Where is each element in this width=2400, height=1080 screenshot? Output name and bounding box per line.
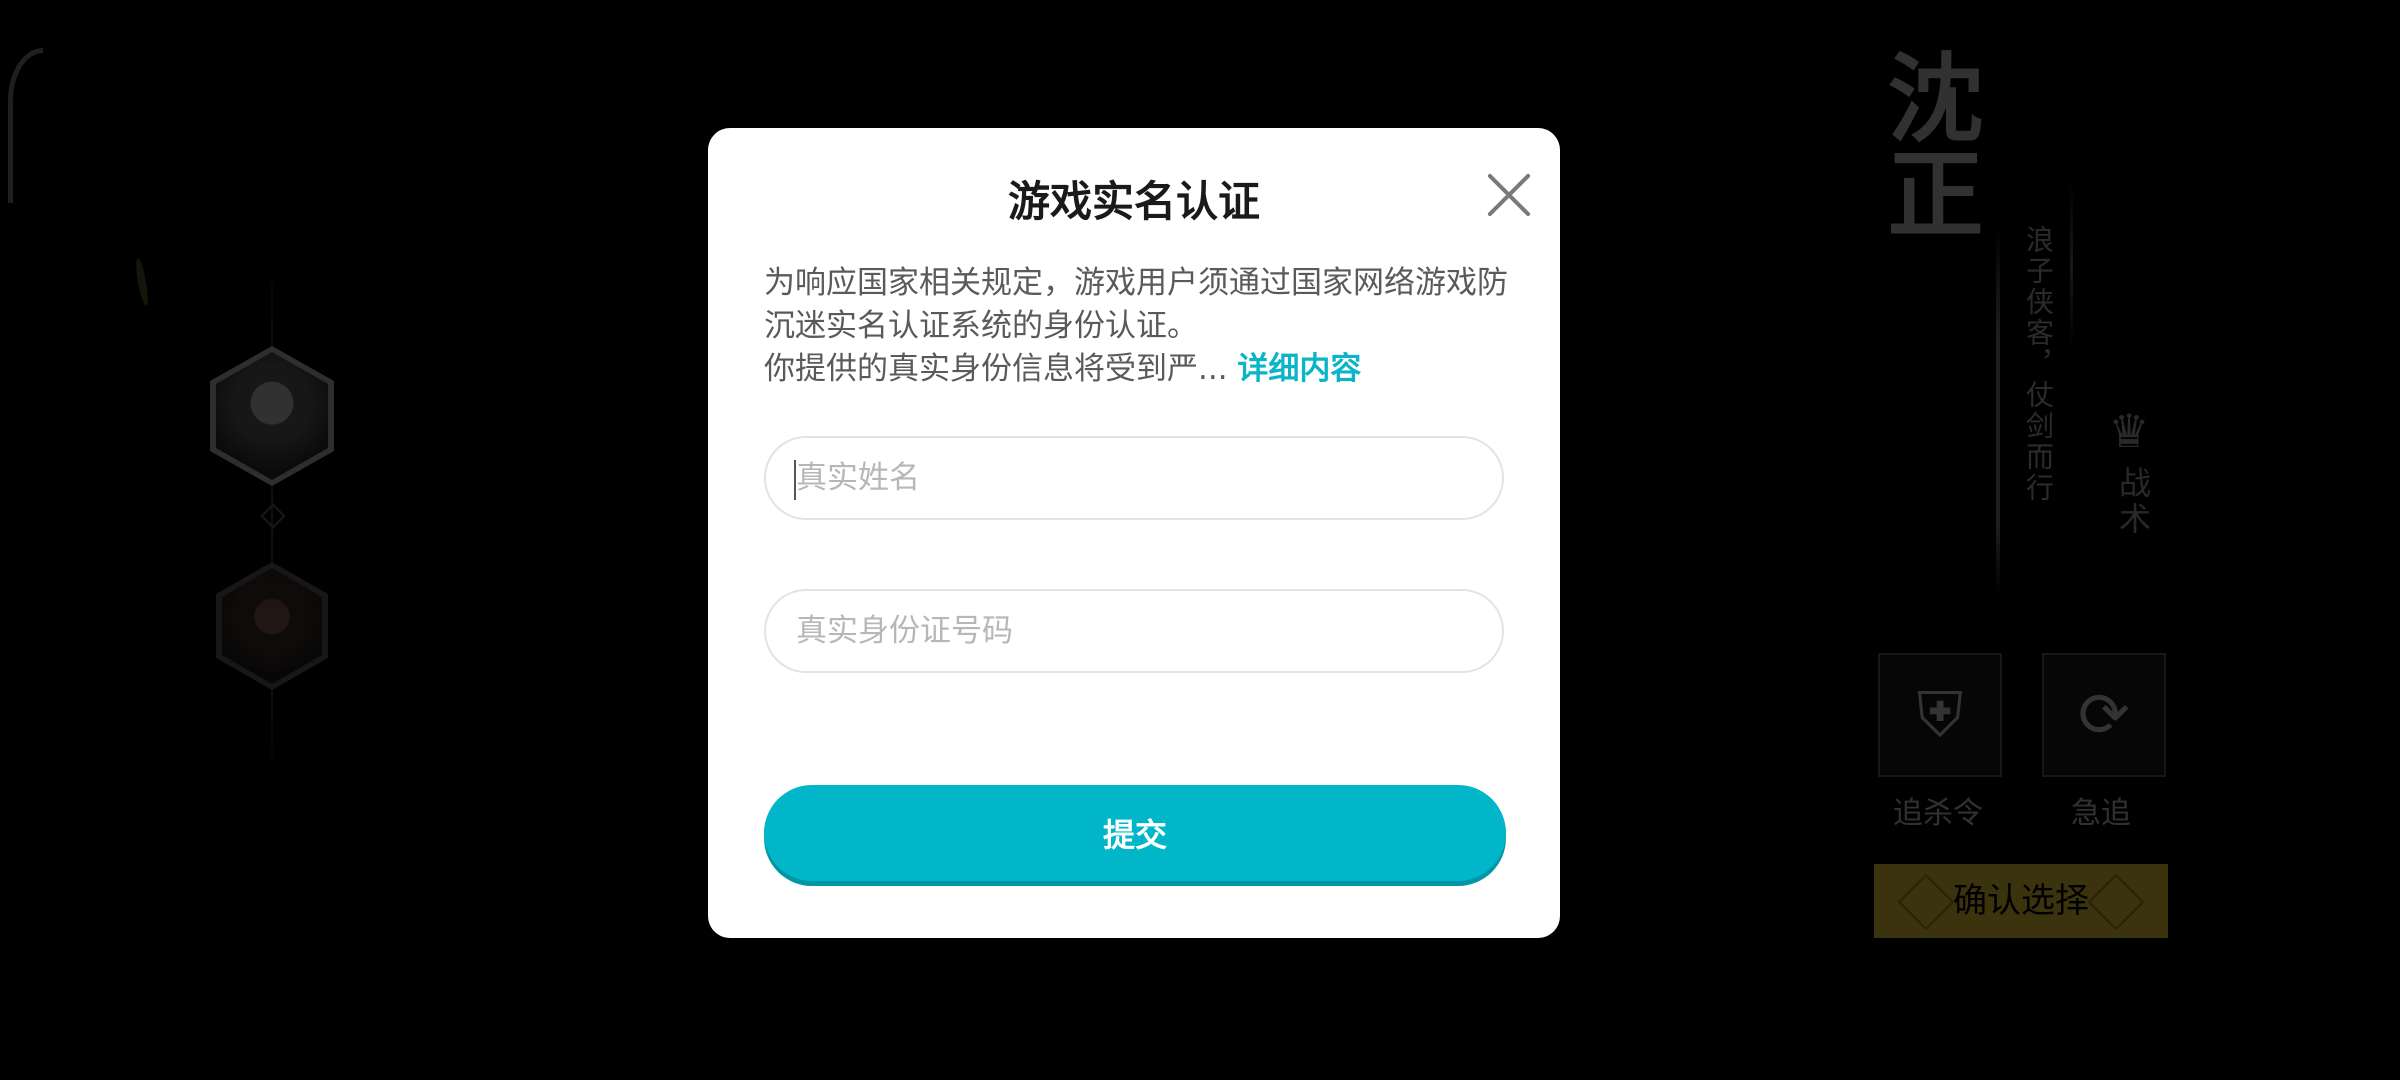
details-link[interactable]: 详细内容	[1237, 351, 1361, 387]
dialog-title: 游戏实名认证	[1007, 177, 1260, 226]
id-number-input[interactable]	[764, 589, 1504, 673]
text-cursor	[794, 460, 796, 500]
notice-text-line2: 你提供的真实身份信息将受到严...	[764, 351, 1238, 387]
notice-text-truncated: 你提供的真实身份信息将受到严... 详细内容	[764, 348, 1524, 391]
close-icon[interactable]	[1484, 170, 1534, 220]
submit-button[interactable]: 提交	[764, 785, 1506, 881]
real-name-input[interactable]	[764, 436, 1504, 520]
notice-text: 为响应国家相关规定，游戏用户须通过国家网络游戏防沉迷实名认证系统的身份认证。	[764, 265, 1508, 344]
real-name-verification-dialog: 游戏实名认证 为响应国家相关规定，游戏用户须通过国家网络游戏防沉迷实名认证系统的…	[708, 128, 1560, 938]
verification-notice: 为响应国家相关规定，游戏用户须通过国家网络游戏防沉迷实名认证系统的身份认证。 你…	[764, 262, 1524, 391]
